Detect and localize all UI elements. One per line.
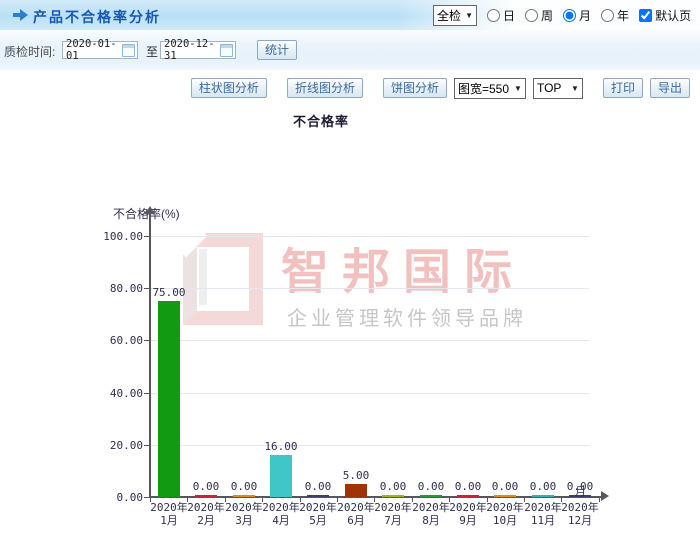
defect-rate-bar-chart: 不合格率(%) 0.00 20.00 40.00 60.00 80.00 100.00 75.…	[0, 0, 700, 555]
gridline	[151, 288, 589, 289]
y-tick-label: 0.00	[116, 491, 144, 504]
inspect-type-value: 全检	[437, 8, 462, 23]
bar-month-3	[233, 495, 255, 497]
bar-month-5	[307, 495, 329, 497]
x-category-year: 2020年	[561, 501, 599, 514]
period-radio-year-label: 年	[617, 8, 630, 23]
y-axis-arrow-icon	[145, 206, 155, 214]
x-category-month: 12月	[567, 514, 593, 527]
inspect-type-select[interactable]: 全检 ▼	[433, 4, 477, 26]
bar-month-8	[420, 495, 442, 497]
period-radio-day-label: 日	[503, 8, 516, 23]
y-tick-label: 80.00	[109, 282, 143, 295]
y-tick-label: 100.00	[103, 230, 143, 243]
quality-analysis-page: 产品不合格率分析 全检 ▼ 日 周 月 年 默认页 质检时间: 2020-01-…	[0, 0, 700, 555]
period-radio-week[interactable]: 周	[525, 7, 553, 24]
gridline	[151, 236, 589, 237]
bar-value-label: 0.00	[230, 480, 258, 493]
gridline	[151, 393, 589, 394]
period-radio-year-input[interactable]	[601, 8, 615, 22]
y-tick-label: 40.00	[109, 387, 143, 400]
bar-value-label: 75.00	[152, 286, 186, 299]
default-page-checkbox-input[interactable]	[639, 8, 653, 22]
period-radio-month[interactable]: 月	[563, 7, 591, 24]
bar-month-1	[158, 301, 180, 497]
bar-month-2	[195, 495, 217, 497]
bar-month-11	[532, 495, 554, 497]
y-tick-label: 60.00	[109, 334, 143, 347]
period-radio-month-input[interactable]	[563, 8, 577, 22]
y-tick-label: 20.00	[109, 439, 143, 452]
default-page-checkbox-label: 默认页	[655, 8, 692, 23]
gridline	[151, 445, 589, 446]
x-category-label: 2020年 12月	[551, 501, 609, 527]
title-arrow-icon	[13, 9, 29, 21]
default-page-checkbox[interactable]: 默认页	[639, 7, 691, 24]
bar-value-label: 16.00	[264, 440, 298, 453]
bar-month-9	[457, 495, 479, 497]
period-radio-week-label: 周	[541, 8, 554, 23]
period-radio-day[interactable]: 日	[487, 7, 515, 24]
page-title: 产品不合格率分析	[33, 9, 161, 25]
period-radio-week-input[interactable]	[525, 8, 539, 22]
header-controls: 全检 ▼ 日 周 月 年 默认页	[433, 4, 691, 26]
period-radio-month-label: 月	[579, 8, 592, 23]
bar-month-10	[494, 495, 516, 497]
chevron-down-icon: ▼	[465, 10, 473, 20]
bar-month-7	[382, 495, 404, 497]
period-radio-day-input[interactable]	[487, 8, 500, 22]
period-radio-year[interactable]: 年	[601, 7, 629, 24]
gridline	[151, 340, 589, 341]
y-axis-line	[149, 214, 151, 498]
x-axis-unit-label: 月	[575, 486, 586, 498]
